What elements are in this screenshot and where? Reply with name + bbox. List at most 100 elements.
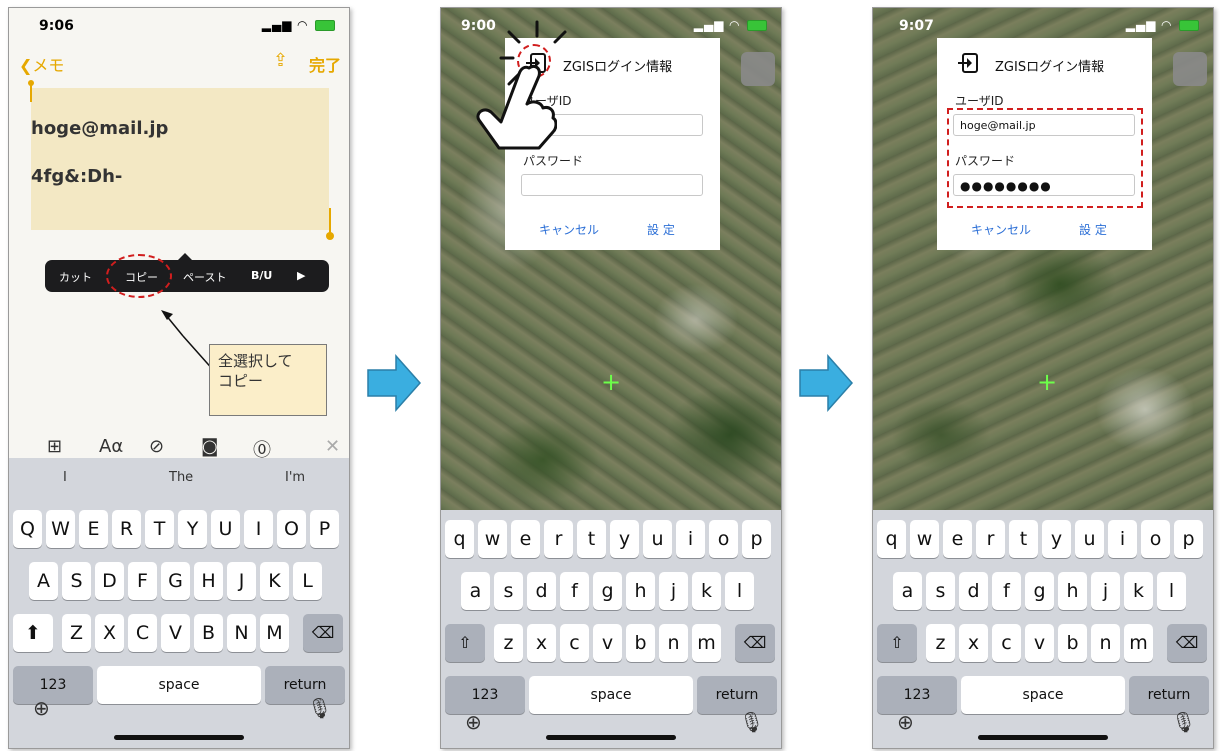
key-q[interactable]: q — [877, 520, 906, 558]
key-b[interactable]: B — [194, 614, 223, 652]
key-w[interactable]: w — [478, 520, 507, 558]
key-e[interactable]: e — [511, 520, 540, 558]
key-z[interactable]: z — [494, 624, 523, 662]
key-a[interactable]: a — [461, 572, 490, 610]
key-u[interactable]: u — [1075, 520, 1104, 558]
key-y[interactable]: y — [610, 520, 639, 558]
key-space[interactable]: space — [529, 676, 693, 714]
set-button[interactable]: 設 定 — [647, 221, 675, 238]
format-button[interactable]: Aα — [99, 436, 123, 457]
key-y[interactable]: y — [1042, 520, 1071, 558]
key-z[interactable]: Z — [62, 614, 91, 652]
key-e[interactable]: e — [943, 520, 972, 558]
key-s[interactable]: s — [926, 572, 955, 610]
menu-format[interactable]: B/U — [251, 269, 272, 282]
prediction-3[interactable]: I'm — [285, 470, 305, 485]
key-v[interactable]: v — [593, 624, 622, 662]
key-u[interactable]: u — [643, 520, 672, 558]
key-o[interactable]: o — [1141, 520, 1170, 558]
key-r[interactable]: r — [976, 520, 1005, 558]
key-p[interactable]: p — [742, 520, 771, 558]
back-button[interactable]: ❮メモ — [19, 52, 64, 76]
key-p[interactable]: p — [1174, 520, 1203, 558]
key-b[interactable]: b — [626, 624, 655, 662]
key-k[interactable]: k — [1124, 572, 1153, 610]
backspace-icon[interactable]: ⌫ — [303, 614, 343, 652]
login-icon[interactable] — [957, 52, 979, 74]
key-123[interactable]: 123 — [877, 676, 957, 714]
key-h[interactable]: h — [1058, 572, 1087, 610]
key-a[interactable]: A — [29, 562, 58, 600]
set-button[interactable]: 設 定 — [1079, 221, 1107, 238]
key-f[interactable]: f — [992, 572, 1021, 610]
key-v[interactable]: V — [161, 614, 190, 652]
note-line-password[interactable]: 4fg&:Dh- — [31, 166, 122, 187]
shift-icon[interactable]: ⬆ — [13, 614, 53, 652]
table-icon[interactable]: ⊞ — [47, 436, 62, 457]
key-d[interactable]: d — [527, 572, 556, 610]
key-t[interactable]: T — [145, 510, 174, 548]
key-d[interactable]: d — [959, 572, 988, 610]
share-icon[interactable]: ⇪ — [273, 50, 288, 71]
key-c[interactable]: C — [128, 614, 157, 652]
key-x[interactable]: x — [527, 624, 556, 662]
globe-icon[interactable]: ⊕ — [465, 710, 482, 734]
key-g[interactable]: g — [593, 572, 622, 610]
cancel-button[interactable]: キャンセル — [539, 221, 599, 238]
selection-handle-end[interactable] — [326, 232, 334, 240]
checklist-icon[interactable]: ⊘ — [149, 436, 164, 457]
key-space[interactable]: space — [961, 676, 1125, 714]
globe-icon[interactable]: ⊕ — [897, 710, 914, 734]
key-l[interactable]: l — [1157, 572, 1186, 610]
key-return[interactable]: return — [697, 676, 777, 714]
backspace-icon[interactable]: ⌫ — [735, 624, 775, 662]
key-x[interactable]: x — [959, 624, 988, 662]
key-g[interactable]: G — [161, 562, 190, 600]
key-q[interactable]: q — [445, 520, 474, 558]
key-j[interactable]: j — [659, 572, 688, 610]
key-i[interactable]: I — [244, 510, 273, 548]
close-icon[interactable]: ✕ — [325, 436, 340, 457]
key-q[interactable]: Q — [13, 510, 42, 548]
key-y[interactable]: Y — [178, 510, 207, 548]
key-h[interactable]: h — [626, 572, 655, 610]
key-e[interactable]: E — [79, 510, 108, 548]
key-n[interactable]: n — [1091, 624, 1120, 662]
key-d[interactable]: D — [95, 562, 124, 600]
microphone-icon[interactable]: 🎙 — [1171, 710, 1196, 734]
key-j[interactable]: j — [1091, 572, 1120, 610]
key-123[interactable]: 123 — [13, 666, 93, 704]
key-i[interactable]: i — [1108, 520, 1137, 558]
done-button[interactable]: 完了 — [309, 52, 341, 76]
key-m[interactable]: m — [692, 624, 721, 662]
key-n[interactable]: n — [659, 624, 688, 662]
key-j[interactable]: J — [227, 562, 256, 600]
key-n[interactable]: N — [227, 614, 256, 652]
key-m[interactable]: M — [260, 614, 289, 652]
key-r[interactable]: R — [112, 510, 141, 548]
map-layer-button[interactable] — [741, 52, 775, 86]
key-s[interactable]: S — [62, 562, 91, 600]
key-l[interactable]: l — [725, 572, 754, 610]
backspace-icon[interactable]: ⌫ — [1167, 624, 1207, 662]
key-z[interactable]: z — [926, 624, 955, 662]
key-u[interactable]: U — [211, 510, 240, 548]
key-o[interactable]: o — [709, 520, 738, 558]
key-123[interactable]: 123 — [445, 676, 525, 714]
key-p[interactable]: P — [310, 510, 339, 548]
key-s[interactable]: s — [494, 572, 523, 610]
key-return[interactable]: return — [1129, 676, 1209, 714]
key-k[interactable]: k — [692, 572, 721, 610]
key-h[interactable]: H — [194, 562, 223, 600]
key-i[interactable]: i — [676, 520, 705, 558]
key-c[interactable]: c — [560, 624, 589, 662]
camera-icon[interactable]: ◙ — [201, 436, 218, 457]
key-b[interactable]: b — [1058, 624, 1087, 662]
key-r[interactable]: r — [544, 520, 573, 558]
globe-icon[interactable]: ⊕ — [33, 696, 50, 720]
key-w[interactable]: W — [46, 510, 75, 548]
key-a[interactable]: a — [893, 572, 922, 610]
key-return[interactable]: return — [265, 666, 345, 704]
key-c[interactable]: c — [992, 624, 1021, 662]
key-k[interactable]: K — [260, 562, 289, 600]
